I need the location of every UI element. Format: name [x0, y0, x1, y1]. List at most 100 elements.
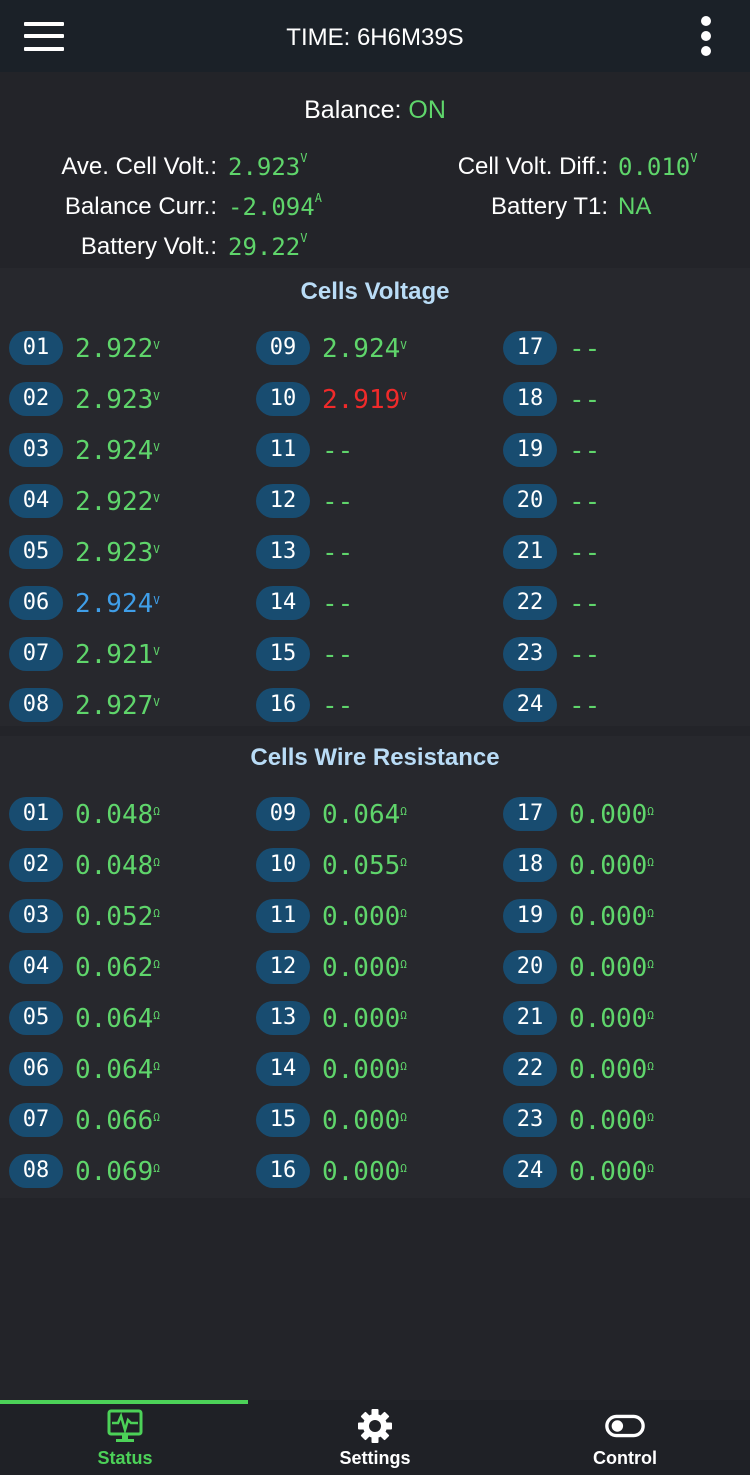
balance-status: Balance: ON — [0, 96, 750, 125]
cell-number-badge: 06 — [9, 586, 63, 620]
cell-voltage-value: 2.924V — [75, 436, 160, 466]
battery-volt-value: 29.22V — [228, 231, 308, 261]
cell-voltage-value: -- — [569, 487, 601, 517]
cell-resistance-value: 0.048Ω — [75, 851, 160, 881]
cell-resistance-value: 0.000Ω — [569, 1157, 654, 1187]
cell-number-badge: 05 — [9, 1001, 63, 1035]
cells-resistance-title: Cells Wire Resistance — [250, 744, 500, 771]
cell-number-badge: 14 — [256, 586, 310, 620]
cell-voltage-value: -- — [569, 691, 601, 721]
cell-volt-diff-value: 0.010V — [618, 151, 698, 181]
cell-number-badge: 15 — [256, 1103, 310, 1137]
cell-resistance-value: 0.000Ω — [322, 1055, 407, 1085]
battery-volt-label: Battery Volt.: — [80, 233, 217, 260]
tab-settings[interactable]: Settings — [250, 1404, 500, 1475]
cell-resistance-value: 0.000Ω — [569, 800, 654, 830]
cell-resistance-value: 0.000Ω — [322, 1106, 407, 1136]
cell-resistance-value: 0.000Ω — [322, 902, 407, 932]
cell-resistance-value: 0.000Ω — [322, 1004, 407, 1034]
cell-number-badge: 09 — [256, 797, 310, 831]
tab-control[interactable]: Control — [500, 1404, 750, 1475]
cell-number-badge: 14 — [256, 1052, 310, 1086]
cell-voltage-value: -- — [322, 487, 354, 517]
cell-number-badge: 18 — [503, 382, 557, 416]
cell-voltage-value: 2.927V — [75, 691, 160, 721]
cells-voltage-panel: Cells Voltage 01 2.922V 02 2.923V 03 2.924V 04… — [0, 268, 750, 726]
cell-number-badge: 08 — [9, 1154, 63, 1188]
cell-number-badge: 13 — [256, 535, 310, 569]
cell-number-badge: 12 — [256, 950, 310, 984]
cell-number-badge: 22 — [503, 1052, 557, 1086]
cell-voltage-value: -- — [569, 385, 601, 415]
cell-voltage-value: -- — [322, 640, 354, 670]
cell-voltage-value: 2.922V — [75, 334, 160, 364]
cell-number-badge: 08 — [9, 688, 63, 722]
cell-voltage-value: -- — [569, 334, 601, 364]
tab-settings-label: Settings — [339, 1448, 411, 1468]
cell-voltage-value: -- — [322, 589, 354, 619]
cell-number-badge: 05 — [9, 535, 63, 569]
cell-number-badge: 07 — [9, 1103, 63, 1137]
tab-status-label: Status — [97, 1448, 153, 1468]
cell-number-badge: 20 — [503, 484, 557, 518]
cell-resistance-value: 0.000Ω — [569, 1004, 654, 1034]
cell-voltage-value: 2.921V — [75, 640, 160, 670]
cell-resistance-value: 0.048Ω — [75, 800, 160, 830]
header-title: TIME: 6H6M39S — [286, 24, 464, 51]
app-header: TIME: 6H6M39S — [0, 0, 750, 72]
cell-voltage-value: 2.919V — [322, 385, 407, 415]
cell-number-badge: 11 — [256, 433, 310, 467]
cell-resistance-value: 0.066Ω — [75, 1106, 160, 1136]
cell-number-badge: 19 — [503, 433, 557, 467]
balance-curr-label: Balance Curr.: — [64, 193, 217, 220]
balance-curr-value: -2.094A — [228, 191, 322, 221]
cell-number-badge: 03 — [9, 433, 63, 467]
battery-t1-value: NA — [618, 193, 652, 220]
cell-number-badge: 01 — [9, 331, 63, 365]
cell-number-badge: 24 — [503, 688, 557, 722]
cell-number-badge: 10 — [256, 848, 310, 882]
cell-resistance-value: 0.000Ω — [322, 953, 407, 983]
cell-voltage-value: -- — [569, 640, 601, 670]
balance-value: ON — [408, 96, 446, 124]
cell-number-badge: 16 — [256, 1154, 310, 1188]
cell-number-badge: 07 — [9, 637, 63, 671]
cell-resistance-value: 0.069Ω — [75, 1157, 160, 1187]
cell-number-badge: 15 — [256, 637, 310, 671]
cell-voltage-value: -- — [569, 538, 601, 568]
cell-number-badge: 04 — [9, 484, 63, 518]
cell-number-badge: 09 — [256, 331, 310, 365]
cell-volt-diff-label: Cell Volt. Diff.: — [457, 153, 608, 180]
cell-resistance-value: 0.000Ω — [569, 1106, 654, 1136]
cell-number-badge: 03 — [9, 899, 63, 933]
balance-label: Balance: — [304, 96, 409, 124]
cell-voltage-value: 2.922V — [75, 487, 160, 517]
cell-number-badge: 16 — [256, 688, 310, 722]
cell-number-badge: 17 — [503, 331, 557, 365]
toggle-icon — [605, 1414, 645, 1438]
cell-number-badge: 12 — [256, 484, 310, 518]
cell-number-badge: 18 — [503, 848, 557, 882]
tab-status[interactable]: Status — [0, 1404, 250, 1475]
cell-number-badge: 06 — [9, 1052, 63, 1086]
cell-voltage-value: 2.924V — [322, 334, 407, 364]
cell-number-badge: 13 — [256, 1001, 310, 1035]
cell-number-badge: 02 — [9, 848, 63, 882]
cell-voltage-value: -- — [322, 436, 354, 466]
cell-resistance-value: 0.064Ω — [75, 1055, 160, 1085]
tab-control-label: Control — [593, 1448, 657, 1468]
cell-voltage-value: 2.923V — [75, 538, 160, 568]
cell-voltage-value: -- — [322, 538, 354, 568]
cell-resistance-value: 0.000Ω — [569, 1055, 654, 1085]
cells-resistance-panel: Cells Wire Resistance 01 0.048Ω 02 0.048Ω 03… — [0, 736, 750, 1198]
cell-number-badge: 17 — [503, 797, 557, 831]
cell-number-badge: 23 — [503, 637, 557, 671]
cell-voltage-value: 2.923V — [75, 385, 160, 415]
cell-resistance-value: 0.000Ω — [322, 1157, 407, 1187]
more-options-icon[interactable] — [696, 14, 716, 58]
cell-number-badge: 11 — [256, 899, 310, 933]
cell-resistance-value: 0.055Ω — [322, 851, 407, 881]
ave-cell-volt-value: 2.923V — [228, 151, 308, 181]
cells-voltage-title: Cells Voltage — [300, 278, 450, 305]
cell-voltage-value: 2.924V — [75, 589, 160, 619]
